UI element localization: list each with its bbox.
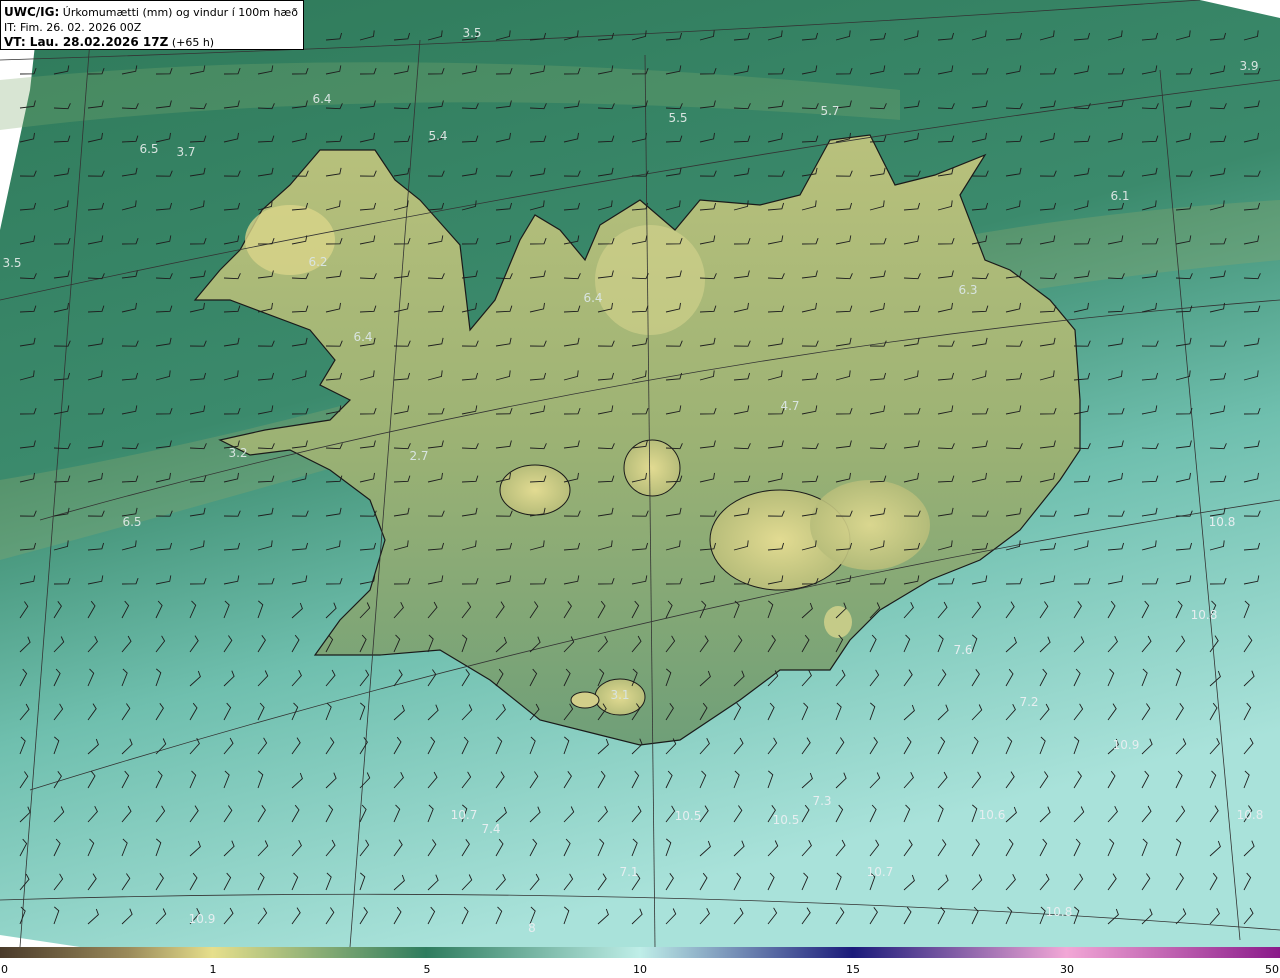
value-label: 10.6 (978, 808, 1006, 822)
value-label: 10.7 (866, 865, 894, 879)
init-time: IT: Fim. 26. 02. 2026 00Z (4, 21, 142, 34)
value-label: 3.7 (176, 145, 196, 159)
colorbar-tick: 0 (1, 963, 8, 976)
value-label: 6.4 (353, 330, 373, 344)
value-label: 3.5 (462, 26, 482, 40)
value-label: 6.3 (958, 283, 978, 297)
value-label: 5.5 (668, 111, 688, 125)
value-label: 5.7 (820, 104, 840, 118)
product-code: UWC/IG: (4, 5, 60, 19)
value-label: 10.8 (1208, 515, 1236, 529)
value-label: 3.5 (2, 256, 22, 270)
colorbar-tick: 30 (1060, 963, 1074, 976)
value-label: 2.7 (409, 449, 429, 463)
colorbar-tick: 50 (1265, 963, 1279, 976)
value-label: 3.9 (1239, 59, 1259, 73)
langjokull-glacier (499, 464, 571, 516)
value-label: 10.9 (1112, 738, 1140, 752)
value-label: 7.4 (481, 822, 501, 836)
colorbar (0, 947, 1280, 958)
colorbar-tick: 1 (209, 963, 217, 976)
value-label: 10.5 (772, 813, 800, 827)
value-label: 7.2 (1019, 695, 1039, 709)
value-label: 6.5 (122, 515, 142, 529)
value-label: 10.8 (1190, 608, 1218, 622)
value-label: 6.1 (1110, 189, 1130, 203)
value-label: 10.7 (450, 808, 478, 822)
value-label: 6.4 (312, 92, 332, 106)
colorbar-tick: 5 (423, 963, 431, 976)
value-label: 10.9 (188, 912, 216, 926)
value-label: 6.4 (583, 291, 603, 305)
value-label: 10.8 (1236, 808, 1264, 822)
map-title: Úrkomumætti (mm) og vindur í 100m hæð (62, 6, 298, 19)
value-label: 4.7 (780, 399, 800, 413)
value-label: 7.6 (953, 643, 973, 657)
value-label: 10.5 (674, 809, 702, 823)
value-label: 10.8 (1045, 905, 1073, 919)
value-label: 5.4 (428, 129, 448, 143)
precipitable-water-map (0, 0, 1280, 947)
value-label: 8 (528, 921, 536, 935)
value-label: 3.2 (228, 446, 248, 460)
map-header: UWC/IG: Úrkomumætti (mm) og vindur í 100… (0, 0, 304, 50)
forecast-hour: (+65 h) (171, 36, 215, 49)
colorbar-tick: 15 (846, 963, 860, 976)
value-label: 6.2 (308, 255, 328, 269)
valid-time: VT: Lau. 28.02.2026 17Z (4, 35, 169, 49)
value-label: 7.1 (619, 865, 639, 879)
value-label: 7.3 (812, 794, 832, 808)
value-label: 3.1 (610, 688, 630, 702)
value-label: 6.5 (139, 142, 159, 156)
colorbar-tick: 10 (633, 963, 647, 976)
